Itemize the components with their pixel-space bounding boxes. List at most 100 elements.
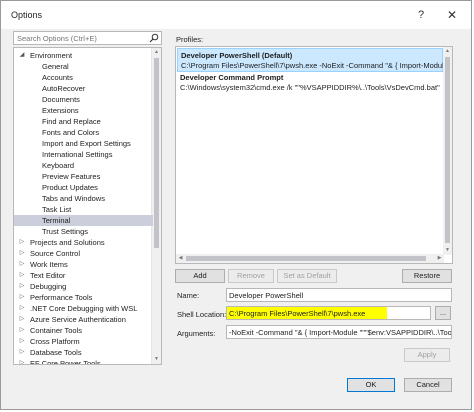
tree-item[interactable]: Terminal	[14, 215, 153, 226]
tree-item[interactable]: Extensions	[14, 105, 153, 116]
scroll-up-icon[interactable]: ▲	[152, 48, 161, 57]
restore-button[interactable]: Restore	[402, 269, 452, 283]
collapsed-arrow-icon[interactable]: ▷	[18, 281, 26, 292]
tree-item-label: Tabs and Windows	[42, 194, 105, 203]
tree-item[interactable]: ▷ .NET Core Debugging with WSL	[14, 303, 153, 314]
arguments-field[interactable]	[226, 325, 452, 339]
tree-item-label: AutoRecover	[42, 84, 86, 93]
tree-item[interactable]: ▷ Source Control	[14, 248, 153, 259]
tree-item-label: Import and Export Settings	[42, 139, 131, 148]
profile-item[interactable]: Developer Command Prompt C:\Windows\syst…	[177, 71, 443, 95]
collapsed-arrow-icon[interactable]: ▷	[18, 259, 26, 270]
profiles-vertical-scrollbar[interactable]: ▲ ▼	[443, 47, 452, 255]
tree-item[interactable]: ▷ Performance Tools	[14, 292, 153, 303]
tree-item-label: Text Editor	[30, 271, 66, 280]
help-button[interactable]: ?	[412, 7, 430, 23]
name-field[interactable]	[226, 288, 452, 302]
add-button[interactable]: Add	[175, 269, 225, 283]
tree-item[interactable]: Fonts and Colors	[14, 127, 153, 138]
tree-item[interactable]: Task List	[14, 204, 153, 215]
options-tree[interactable]: ▲ ▼ ◢ Environment General Accounts AutoRecov…	[13, 47, 162, 365]
tree-item[interactable]: General	[14, 61, 153, 72]
tree-item[interactable]: ▷ Database Tools	[14, 347, 153, 358]
name-input[interactable]	[227, 289, 451, 301]
tree-item[interactable]: ▷ Work Items	[14, 259, 153, 270]
shell-location-input[interactable]	[227, 307, 387, 319]
tree-item[interactable]: ▷ EF Core Power Tools	[14, 358, 153, 364]
browse-button[interactable]: ...	[435, 306, 451, 320]
tree-item[interactable]: Tabs and Windows	[14, 193, 153, 204]
shell-location-label: Shell Location:	[177, 310, 227, 319]
tree-scroll-thumb[interactable]	[154, 58, 159, 248]
profile-name: Developer Command Prompt	[180, 73, 284, 82]
tree-item[interactable]: AutoRecover	[14, 83, 153, 94]
collapsed-arrow-icon[interactable]: ▷	[18, 325, 26, 336]
scroll-down-icon[interactable]: ▼	[152, 355, 161, 364]
shell-location-field[interactable]	[226, 306, 431, 320]
scroll-right-icon[interactable]: ▶	[435, 254, 444, 263]
tree-item[interactable]: International Settings	[14, 149, 153, 160]
set-as-default-button[interactable]: Set as Default	[277, 269, 337, 283]
arguments-input[interactable]	[227, 326, 451, 338]
tree-item-label: Source Control	[30, 249, 81, 258]
collapsed-arrow-icon[interactable]: ▷	[18, 358, 26, 364]
profiles-list[interactable]: Developer PowerShell (Default) C:\Progra…	[175, 46, 453, 264]
tree-item-label: Accounts	[42, 73, 73, 82]
collapsed-arrow-icon[interactable]: ▷	[18, 292, 26, 303]
scroll-down-icon[interactable]: ▼	[443, 246, 452, 255]
scroll-up-icon[interactable]: ▲	[443, 47, 452, 56]
profiles-horizontal-scrollbar[interactable]: ◀ ▶	[176, 254, 444, 263]
tree-item[interactable]: Find and Replace	[14, 116, 153, 127]
scroll-left-icon[interactable]: ◀	[176, 254, 185, 263]
tree-item[interactable]: Accounts	[14, 72, 153, 83]
collapsed-arrow-icon[interactable]: ▷	[18, 314, 26, 325]
collapsed-arrow-icon[interactable]: ▷	[18, 336, 26, 347]
profiles-vscroll-thumb[interactable]	[445, 57, 450, 243]
tree-item-label: Environment	[30, 51, 73, 60]
tree-item-label: Work Items	[30, 260, 68, 269]
apply-button[interactable]: Apply	[404, 348, 450, 362]
search-icon[interactable]	[149, 33, 159, 43]
collapsed-arrow-icon[interactable]: ▷	[18, 347, 26, 358]
profiles-hscroll-thumb[interactable]	[186, 256, 426, 261]
search-box[interactable]	[13, 31, 162, 45]
title-bar: Options ? ✕	[1, 1, 471, 29]
name-label: Name:	[177, 291, 200, 300]
profile-item[interactable]: Developer PowerShell (Default) C:\Progra…	[177, 48, 448, 72]
tree-item[interactable]: ▷ Cross Platform	[14, 336, 153, 347]
remove-button[interactable]: Remove	[228, 269, 274, 283]
tree-item[interactable]: ▷ Text Editor	[14, 270, 153, 281]
tree-item[interactable]: ▷ Azure Service Authentication	[14, 314, 153, 325]
tree-item[interactable]: Documents	[14, 94, 153, 105]
collapsed-arrow-icon[interactable]: ▷	[18, 237, 26, 248]
expanded-arrow-icon[interactable]: ◢	[18, 50, 26, 61]
collapsed-arrow-icon[interactable]: ▷	[18, 303, 26, 314]
tree-item[interactable]: ▷ Container Tools	[14, 325, 153, 336]
tree-item-label: Extensions	[42, 106, 79, 115]
collapsed-arrow-icon[interactable]: ▷	[18, 270, 26, 281]
tree-item[interactable]: Trust Settings	[14, 226, 153, 237]
tree-item-label: Keyboard	[42, 161, 75, 170]
window-title: Options	[11, 10, 43, 20]
search-input[interactable]	[14, 32, 147, 44]
tree-item-label: .NET Core Debugging with WSL	[30, 304, 138, 313]
collapsed-arrow-icon[interactable]: ▷	[18, 248, 26, 259]
tree-item-label: Task List	[42, 205, 72, 214]
tree-item-label: Fonts and Colors	[42, 128, 100, 137]
tree-item[interactable]: ▷ Projects and Solutions	[14, 237, 153, 248]
profile-command: C:\Program Files\PowerShell\7\pwsh.exe -…	[181, 61, 448, 70]
ok-button[interactable]: OK	[347, 378, 395, 392]
close-button[interactable]: ✕	[443, 7, 461, 23]
cancel-button[interactable]: Cancel	[404, 378, 452, 392]
tree-item[interactable]: Keyboard	[14, 160, 153, 171]
tree-item[interactable]: Preview Features	[14, 171, 153, 182]
tree-item[interactable]: ◢ Environment	[14, 50, 153, 61]
tree-item-label: Documents	[42, 95, 80, 104]
tree-item-label: Trust Settings	[42, 227, 88, 236]
tree-item-label: Azure Service Authentication	[30, 315, 126, 324]
tree-item[interactable]: Import and Export Settings	[14, 138, 153, 149]
tree-item[interactable]: Product Updates	[14, 182, 153, 193]
tree-item[interactable]: ▷ Debugging	[14, 281, 153, 292]
tree-item-label: Database Tools	[30, 348, 82, 357]
tree-item-label: General	[42, 62, 69, 71]
